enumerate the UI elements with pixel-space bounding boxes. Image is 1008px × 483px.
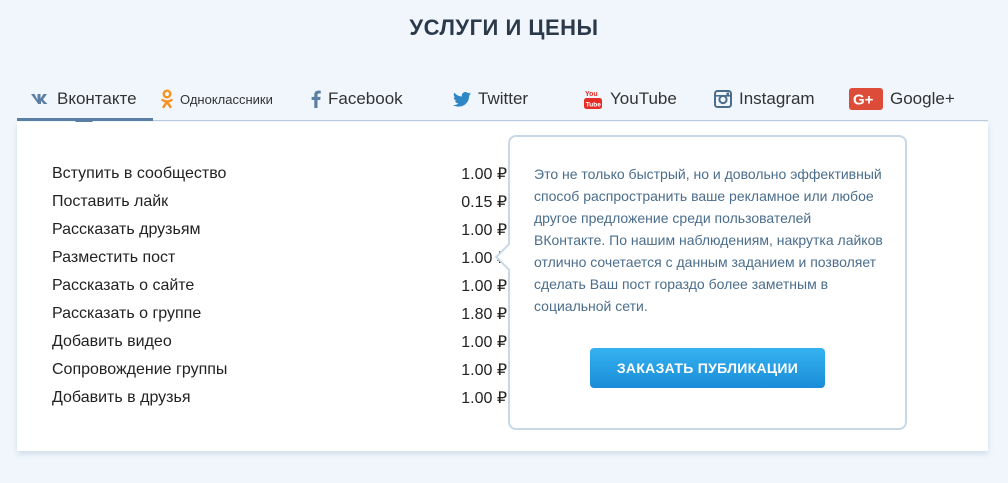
order-publications-button[interactable]: ЗАКАЗАТЬ ПУБЛИКАЦИИ — [590, 348, 825, 388]
tab-label: Twitter — [478, 89, 529, 108]
svg-text:G+: G+ — [853, 92, 874, 109]
tab-vkontakte[interactable]: Вконтакте — [17, 78, 153, 130]
tab-label: YouTube — [610, 89, 677, 108]
price-list: Вступить в сообщество 1.00 ₽ Поставить ла… — [52, 160, 507, 412]
tab-label: Instagram — [739, 89, 815, 108]
svg-text:Tube: Tube — [586, 102, 601, 109]
svg-text:You: You — [585, 91, 598, 98]
facebook-icon — [311, 90, 321, 108]
service-price: 1.00 ₽ — [461, 222, 507, 239]
odnoklassniki-icon — [161, 89, 173, 109]
page-title: УСЛУГИ И ЦЕНЫ — [409, 15, 599, 40]
service-price: 1.00 ₽ — [461, 278, 507, 295]
service-price: 1.00 ₽ — [461, 362, 507, 379]
service-name: Добавить видео — [52, 333, 172, 350]
info-description: Это не только быстрый, но и довольно эфф… — [534, 166, 883, 314]
tab-label: Facebook — [328, 89, 403, 108]
price-row: Поставить лайк 0.15 ₽ — [52, 188, 507, 216]
service-price: 1.00 ₽ — [461, 334, 507, 351]
social-tabs: Вконтакте Одноклассники Facebook Twitter… — [17, 78, 988, 130]
price-row: Рассказать о группе 1.80 ₽ — [52, 300, 507, 328]
service-price: 1.00 ₽ — [461, 166, 507, 183]
price-row: Сопровождение группы 1.00 ₽ — [52, 356, 507, 384]
service-name: Разместить пост — [52, 249, 176, 266]
tab-instagram[interactable]: Instagram — [714, 78, 815, 120]
price-row: Разместить пост 1.00 ₽ — [52, 244, 507, 272]
tab-youtube[interactable]: You Tube YouTube — [583, 78, 677, 120]
service-price: 0.15 ₽ — [461, 194, 507, 211]
tab-label: Вконтакте — [57, 88, 137, 108]
service-name: Добавить в друзья — [52, 389, 191, 406]
service-price: 1.00 ₽ — [461, 390, 507, 407]
service-name: Рассказать о сайте — [52, 277, 195, 294]
price-row: Рассказать о сайте 1.00 ₽ — [52, 272, 507, 300]
tab-facebook[interactable]: Facebook — [311, 78, 403, 120]
service-price: 1.80 ₽ — [461, 306, 507, 323]
service-name: Сопровождение группы — [52, 361, 228, 378]
price-row: Добавить в друзья 1.00 ₽ — [52, 384, 507, 412]
tab-label: Google+ — [890, 89, 955, 108]
info-box: Это не только быстрый, но и довольно эфф… — [508, 135, 907, 430]
tab-odnoklassniki[interactable]: Одноклассники — [161, 78, 273, 120]
price-row: Добавить видео 1.00 ₽ — [52, 328, 507, 356]
tab-google-plus[interactable]: G+ Google+ — [849, 78, 955, 120]
price-row: Вступить в сообщество 1.00 ₽ — [52, 160, 507, 188]
youtube-icon: You Tube — [583, 88, 603, 110]
vk-icon — [30, 93, 50, 105]
service-name: Рассказать о группе — [52, 305, 202, 322]
price-row: Рассказать друзьям 1.00 ₽ — [52, 216, 507, 244]
tab-label: Одноклассники — [180, 91, 273, 107]
service-name: Вступить в сообщество — [52, 165, 227, 182]
service-name: Рассказать друзьям — [52, 221, 201, 238]
tab-content-panel: Вступить в сообщество 1.00 ₽ Поставить ла… — [17, 122, 988, 451]
twitter-icon — [453, 91, 471, 107]
instagram-icon — [714, 90, 732, 108]
tab-twitter[interactable]: Twitter — [453, 78, 528, 120]
google-plus-icon: G+ — [849, 88, 883, 110]
service-name: Поставить лайк — [52, 193, 169, 210]
